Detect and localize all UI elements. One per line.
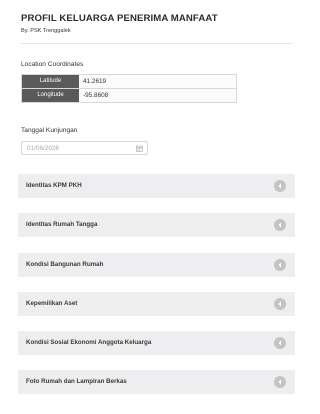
latitude-value[interactable]: 41.2619 (79, 75, 236, 88)
visit-date-value: 01/06/2026 (27, 145, 59, 152)
visit-date-input[interactable]: 01/06/2026 (21, 141, 148, 155)
longitude-label: Longitude (22, 89, 79, 102)
page-title: PROFIL KELUARGA PENERIMA MANFAAT (21, 13, 218, 24)
chevron-left-icon[interactable] (274, 259, 286, 271)
section-label: Kondisi Sosial Ekonomi Anggota Keluarga (26, 339, 152, 346)
chevron-left-icon[interactable] (274, 180, 286, 192)
longitude-row: Longitude -95.8608 (22, 89, 236, 102)
visit-date-label: Tanggal Kunjungan (21, 127, 78, 134)
section-kepemilikan-aset[interactable]: Kepemilikan Aset (18, 292, 295, 316)
chevron-left-icon[interactable] (274, 337, 286, 349)
longitude-value[interactable]: -95.8608 (79, 89, 236, 102)
section-label: Identitas Rumah Tangga (26, 221, 98, 228)
section-identitas-rumah-tangga[interactable]: Identitas Rumah Tangga (18, 213, 295, 237)
section-label: Foto Rumah dan Lampiran Berkas (26, 378, 127, 385)
chevron-left-icon[interactable] (274, 298, 286, 310)
section-kondisi-sosial-ekonomi[interactable]: Kondisi Sosial Ekonomi Anggota Keluarga (18, 331, 295, 355)
form-page: PROFIL KELUARGA PENERIMA MANFAAT By. PSK… (0, 0, 310, 414)
section-identitas-kpm-pkh[interactable]: Identitas KPM PKH (18, 174, 295, 198)
location-coordinates-label: Location Coordinates (21, 61, 84, 68)
coordinates-table: Latitude 41.2619 Longitude -95.8608 (21, 74, 237, 103)
section-foto-rumah-lampiran[interactable]: Foto Rumah dan Lampiran Berkas (18, 370, 295, 394)
page-subtitle: By. PSK Trenggalek (21, 28, 71, 34)
calendar-icon[interactable] (136, 145, 143, 152)
section-label: Kondisi Bangunan Rumah (26, 261, 104, 268)
section-kondisi-bangunan-rumah[interactable]: Kondisi Bangunan Rumah (18, 253, 295, 277)
section-label: Kepemilikan Aset (26, 300, 78, 307)
latitude-label: Latitude (22, 75, 79, 88)
header-divider (21, 43, 293, 44)
section-label: Identitas KPM PKH (26, 182, 82, 189)
chevron-left-icon[interactable] (274, 219, 286, 231)
latitude-row: Latitude 41.2619 (22, 75, 236, 89)
chevron-left-icon[interactable] (274, 376, 286, 388)
